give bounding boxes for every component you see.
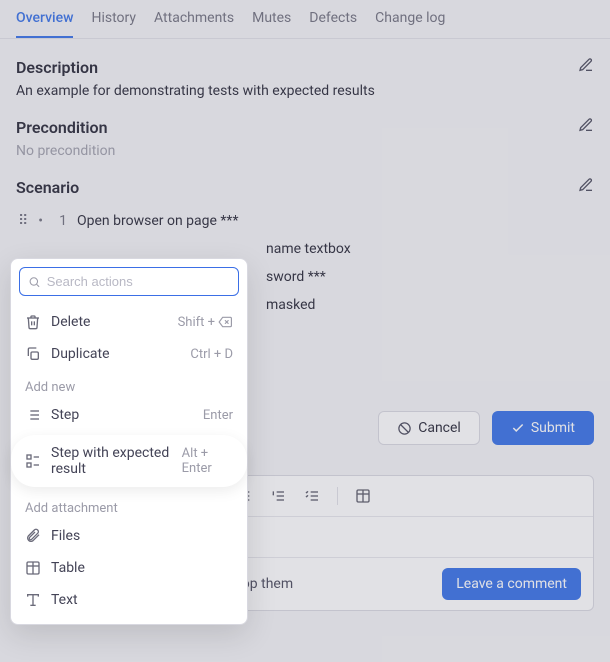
row-text: name textbox [266, 241, 351, 257]
step-result-icon [25, 453, 41, 469]
dropdown-item-label: Duplicate [51, 346, 110, 362]
copy-icon [25, 346, 41, 362]
tab-attachments[interactable]: Attachments [154, 10, 234, 38]
dropdown-item-shortcut: Enter [203, 408, 233, 423]
search-actions-input[interactable] [47, 274, 230, 289]
dropdown-item-label: Table [51, 560, 85, 576]
description-title: Description [16, 58, 98, 77]
row-number: 1 [53, 213, 67, 229]
leave-comment-button[interactable]: Leave a comment [442, 568, 581, 600]
bullet-icon: • [38, 213, 43, 229]
edit-description-icon[interactable] [578, 57, 594, 77]
dropdown-item-files[interactable]: Files [19, 520, 239, 552]
edit-scenario-icon[interactable] [578, 177, 594, 197]
dropdown-item-shortcut: Ctrl + D [190, 347, 233, 362]
dropdown-item-label: Files [51, 528, 80, 544]
row-text: sword *** [266, 269, 326, 285]
search-actions-field[interactable] [19, 267, 239, 296]
dropdown-item-step[interactable]: Step Enter [19, 399, 239, 431]
tab-mutes[interactable]: Mutes [252, 10, 291, 38]
dropdown-header-attachment: Add attachment [19, 491, 239, 520]
dropdown-item-label: Step with expected result [51, 445, 182, 477]
step-icon [25, 407, 41, 423]
numbered-list-icon[interactable] [263, 482, 293, 510]
actions-dropdown: Delete Shift + Duplicate Ctrl + D Add ne… [10, 258, 248, 625]
dropdown-item-delete[interactable]: Delete Shift + [19, 306, 239, 338]
dropdown-item-shortcut: Alt + Enter [182, 446, 233, 476]
dropdown-item-text[interactable]: Text [19, 584, 239, 616]
dropdown-item-label: Delete [51, 314, 90, 330]
tab-overview[interactable]: Overview [16, 10, 73, 38]
dropdown-item-shortcut: Shift + [178, 315, 233, 330]
cancel-label: Cancel [418, 420, 461, 436]
tab-defects[interactable]: Defects [309, 10, 357, 38]
dropdown-item-label: Text [51, 592, 78, 608]
precondition-title: Precondition [16, 118, 108, 137]
tabs: Overview History Attachments Mutes Defec… [0, 0, 610, 39]
backspace-icon [217, 315, 233, 329]
text-icon [25, 592, 41, 608]
checklist-icon[interactable] [297, 482, 327, 510]
tab-history[interactable]: History [91, 10, 136, 38]
dropdown-header-add-new: Add new [19, 370, 239, 399]
dropdown-item-step-expected-result[interactable]: Step with expected result Alt + Enter [11, 435, 247, 487]
cancel-button[interactable]: Cancel [378, 411, 480, 445]
row-text: Open browser on page *** [77, 213, 238, 229]
description-section: Description An example for demonstrating… [0, 39, 610, 99]
dropdown-item-label: Step [51, 407, 79, 423]
table-icon [25, 560, 41, 576]
trash-icon [25, 314, 41, 330]
table-icon[interactable] [348, 482, 378, 510]
tab-change-log[interactable]: Change log [375, 10, 445, 38]
description-body: An example for demonstrating tests with … [16, 83, 594, 99]
scenario-row[interactable]: ⠿ • 1 Open browser on page *** [16, 207, 594, 235]
row-text: masked [266, 297, 315, 313]
dropdown-item-table[interactable]: Table [19, 552, 239, 584]
drag-handle-icon[interactable]: ⠿ [16, 213, 28, 229]
edit-precondition-icon[interactable] [578, 117, 594, 137]
toolbar-divider [337, 487, 338, 505]
submit-label: Submit [531, 420, 575, 436]
paperclip-icon [25, 528, 41, 544]
precondition-body: No precondition [16, 143, 594, 159]
dropdown-item-duplicate[interactable]: Duplicate Ctrl + D [19, 338, 239, 370]
search-icon [28, 275, 41, 289]
scenario-title: Scenario [16, 178, 79, 197]
precondition-section: Precondition No precondition [0, 99, 610, 159]
submit-button[interactable]: Submit [492, 411, 594, 445]
